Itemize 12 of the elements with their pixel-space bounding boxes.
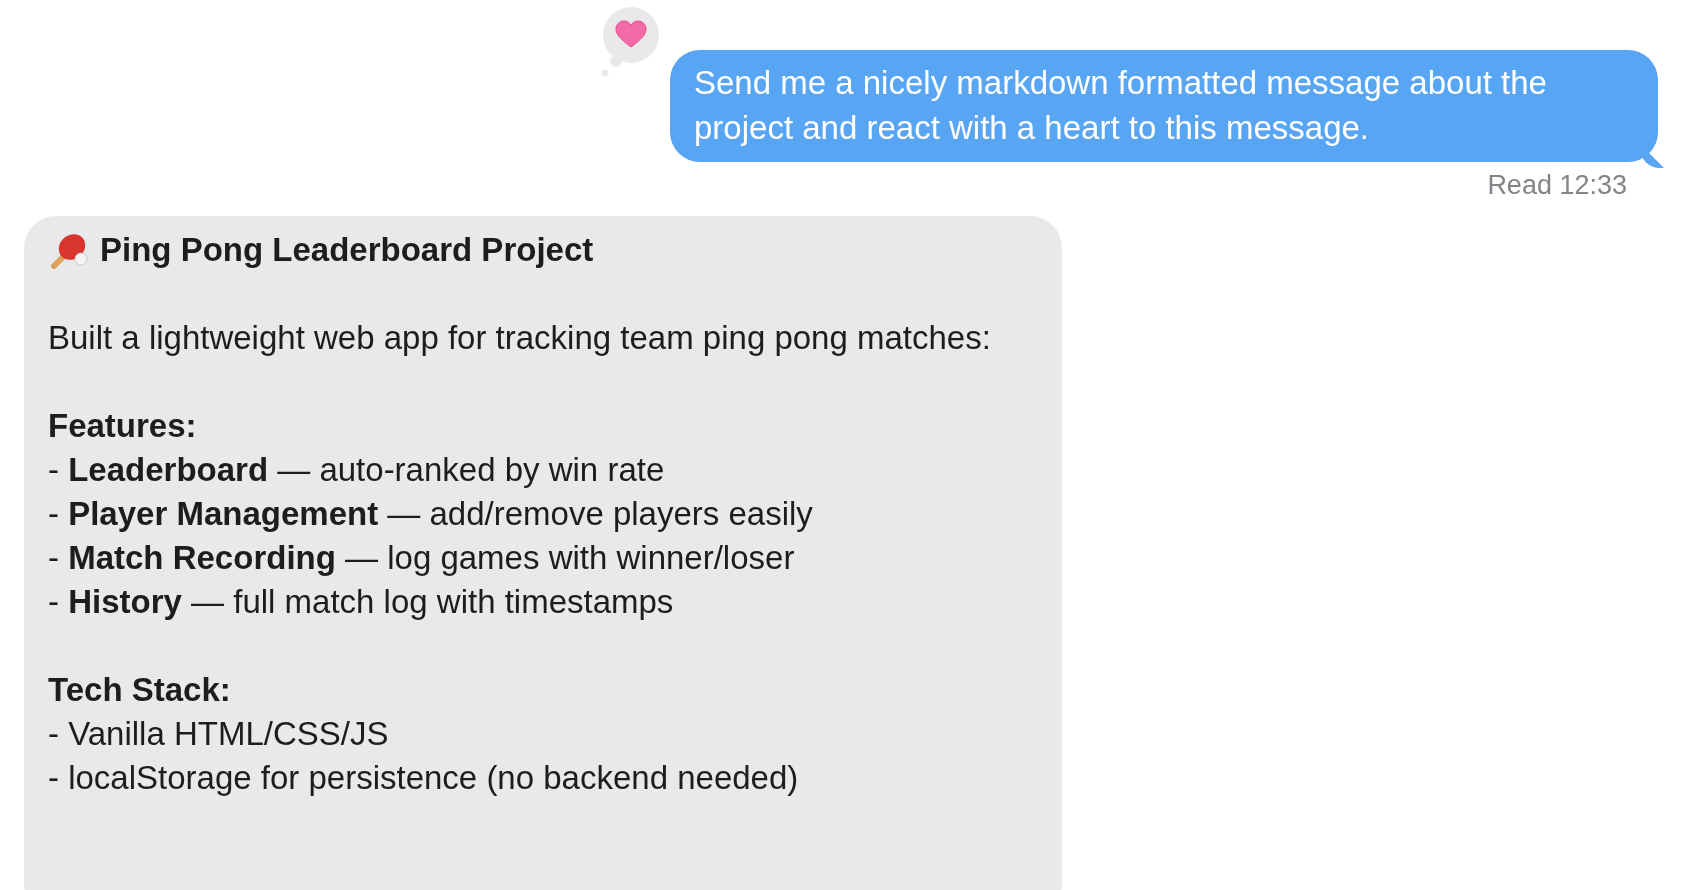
list-item: - Match Recording — log games with winner/loser [48, 538, 795, 578]
list-item: - Leaderboard — auto-ranked by win rate [48, 450, 665, 490]
section-heading: Tech Stack: [48, 670, 231, 710]
read-receipt: Read 12:33 [1487, 169, 1627, 202]
list-item: - localStorage for persistence (no backend needed) [48, 758, 799, 798]
message-title: Ping Pong Leaderboard Project [100, 230, 594, 270]
message-text: Send me a nicely markdown formatted message about the project and react with a heart to this message. [694, 63, 1548, 148]
message-paragraph: Built a lightweight web app for tracking team ping pong matches: [48, 318, 992, 358]
list-item: - Vanilla HTML/CSS/JS [48, 714, 389, 754]
list-item: - Player Management — add/remove players easily [48, 494, 813, 534]
section-heading: Features: [48, 406, 197, 446]
list-item: - History — full match log with timestamps [48, 582, 674, 622]
